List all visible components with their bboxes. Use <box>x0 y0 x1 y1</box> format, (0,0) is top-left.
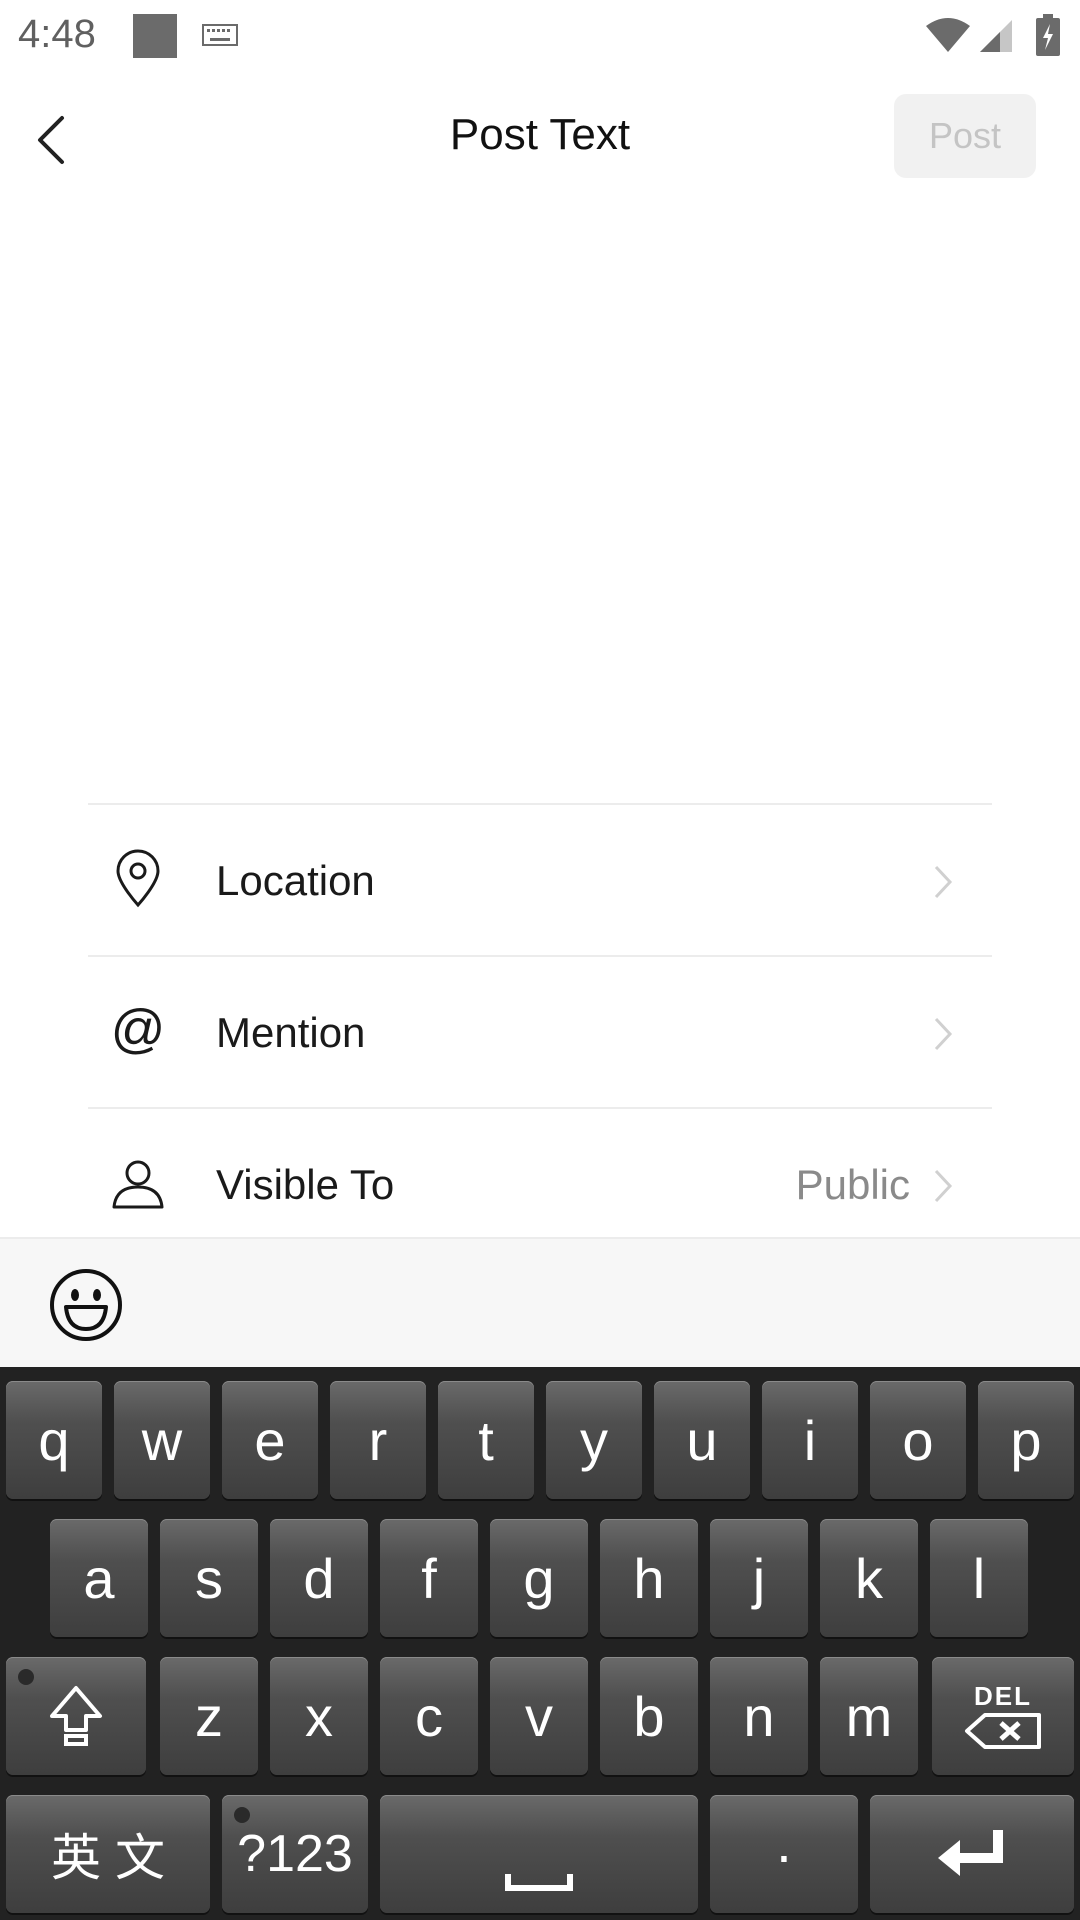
location-label: Location <box>216 857 375 904</box>
enter-arrow-icon <box>938 1830 1003 1876</box>
key-v[interactable]: v <box>490 1657 588 1775</box>
emoji-icon[interactable] <box>48 1267 124 1343</box>
location-option[interactable]: Location <box>88 803 992 955</box>
header: Post Text Post <box>0 74 1080 204</box>
key-indicator-dot <box>18 1669 34 1685</box>
visible-to-label: Visible To <box>216 1161 395 1208</box>
status-time: 4:48 <box>18 12 96 56</box>
shift-arrow-icon <box>50 1686 102 1746</box>
period-key[interactable]: · <box>710 1795 858 1913</box>
key-l[interactable]: l <box>930 1519 1028 1637</box>
key-o[interactable]: o <box>870 1381 966 1499</box>
key-j[interactable]: j <box>710 1519 808 1637</box>
chevron-right-icon <box>934 1017 953 1051</box>
post-options-list: Location @ Mention Visible To Public <box>88 803 992 1259</box>
symbols-label: ?123 <box>237 1825 353 1883</box>
delete-key[interactable]: DEL <box>932 1657 1074 1775</box>
post-button[interactable]: Post <box>894 94 1036 178</box>
person-icon <box>112 1160 164 1209</box>
battery-icon <box>1036 14 1060 56</box>
space-key[interactable] <box>380 1795 698 1913</box>
svg-text:@: @ <box>111 1001 166 1059</box>
language-key[interactable]: 英 文 <box>6 1795 210 1913</box>
key-f[interactable]: f <box>380 1519 478 1637</box>
emoji-toolbar <box>0 1237 1080 1369</box>
key-y[interactable]: y <box>546 1381 642 1499</box>
key-s[interactable]: s <box>160 1519 258 1637</box>
space-bar-icon <box>505 1874 573 1891</box>
key-z[interactable]: z <box>160 1657 258 1775</box>
key-w[interactable]: w <box>114 1381 210 1499</box>
mention-label: Mention <box>216 1009 366 1056</box>
key-n[interactable]: n <box>710 1657 808 1775</box>
key-e[interactable]: e <box>222 1381 318 1499</box>
key-a[interactable]: a <box>50 1519 148 1637</box>
key-m[interactable]: m <box>820 1657 918 1775</box>
delete-label: DEL <box>974 1681 1032 1711</box>
backspace-icon <box>965 1713 1041 1749</box>
cell-signal-icon <box>980 20 1012 52</box>
key-p[interactable]: p <box>978 1381 1074 1499</box>
wifi-icon <box>926 18 970 52</box>
key-u[interactable]: u <box>654 1381 750 1499</box>
key-x[interactable]: x <box>270 1657 368 1775</box>
symbols-key[interactable]: ?123 <box>222 1795 368 1913</box>
chevron-right-icon <box>934 1169 953 1203</box>
key-t[interactable]: t <box>438 1381 534 1499</box>
at-sign-icon: @ <box>111 1001 166 1059</box>
status-bar: 4:48 <box>0 0 1080 74</box>
key-b[interactable]: b <box>600 1657 698 1775</box>
key-g[interactable]: g <box>490 1519 588 1637</box>
key-indicator-dot <box>234 1807 250 1823</box>
key-h[interactable]: h <box>600 1519 698 1637</box>
key-c[interactable]: c <box>380 1657 478 1775</box>
post-text-input[interactable] <box>0 204 1080 804</box>
mention-option[interactable]: @ Mention <box>88 955 992 1107</box>
soft-keyboard: q w e r t y u i o p a s d f g h j k l z … <box>0 1367 1080 1920</box>
shift-key[interactable] <box>6 1657 146 1775</box>
chevron-right-icon <box>934 865 953 899</box>
location-pin-icon <box>116 849 160 908</box>
key-k[interactable]: k <box>820 1519 918 1637</box>
keyboard-notification-icon <box>202 24 238 46</box>
key-q[interactable]: q <box>6 1381 102 1499</box>
notification-icon <box>133 14 177 58</box>
key-d[interactable]: d <box>270 1519 368 1637</box>
visibility-value: Public <box>795 1161 910 1208</box>
key-r[interactable]: r <box>330 1381 426 1499</box>
enter-key[interactable] <box>870 1795 1074 1913</box>
key-i[interactable]: i <box>762 1381 858 1499</box>
